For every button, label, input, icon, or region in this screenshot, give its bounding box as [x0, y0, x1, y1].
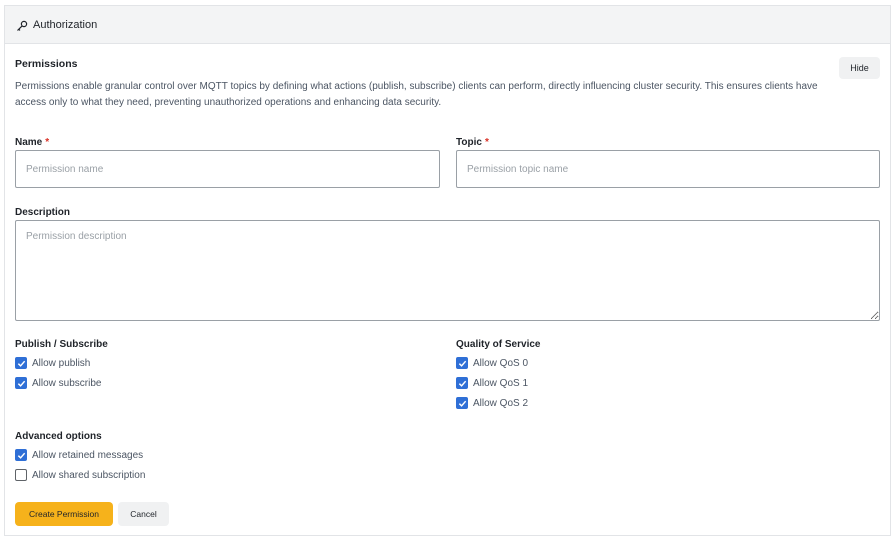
allow-qos-0-label: Allow QoS 0 — [473, 357, 529, 369]
panel-header: Authorization — [5, 6, 890, 44]
allow-retained-messages-checkbox[interactable]: Allow retained messages — [15, 448, 143, 462]
allow-subscribe-checkbox[interactable]: Allow subscribe — [15, 376, 101, 390]
permissions-title: Permissions — [15, 58, 78, 70]
hide-button[interactable]: Hide — [839, 57, 880, 79]
allow-shared-subscription-label: Allow shared subscription — [32, 469, 146, 481]
permissions-section: Permissions Permissions enable granular … — [5, 45, 890, 535]
name-label: Name * — [15, 137, 49, 148]
topic-required-mark: * — [484, 137, 489, 148]
allow-publish-checkbox[interactable]: Allow publish — [15, 356, 90, 370]
qos-title: Quality of Service — [456, 339, 541, 350]
allow-qos-2-checkbox[interactable]: Allow QoS 2 — [456, 396, 528, 410]
checkbox-checked-icon[interactable] — [456, 357, 468, 369]
topic-label-text: Topic — [456, 137, 482, 148]
panel-title: Authorization — [33, 18, 98, 31]
allow-retained-messages-label: Allow retained messages — [32, 449, 144, 461]
checkbox-unchecked-icon[interactable] — [15, 469, 27, 481]
allow-publish-label: Allow publish — [32, 357, 91, 369]
checkbox-checked-icon[interactable] — [15, 449, 27, 461]
checkbox-checked-icon[interactable] — [15, 357, 27, 369]
permissions-description: Permissions enable granular control over… — [15, 81, 818, 108]
create-permission-button[interactable]: Create Permission — [15, 502, 113, 526]
publish-subscribe-title: Publish / Subscribe — [15, 339, 108, 350]
description-label-text: Description — [15, 207, 71, 218]
topic-input[interactable] — [456, 150, 880, 188]
key-icon — [16, 19, 28, 31]
topic-label: Topic * — [456, 137, 489, 148]
name-input[interactable] — [15, 150, 440, 188]
allow-qos-1-label: Allow QoS 1 — [473, 377, 529, 389]
allow-qos-0-checkbox[interactable]: Allow QoS 0 — [456, 356, 528, 370]
cancel-button[interactable]: Cancel — [118, 502, 169, 526]
checkbox-checked-icon[interactable] — [456, 397, 468, 409]
authorization-panel: Authorization Permissions Permissions en… — [4, 5, 891, 536]
allow-shared-subscription-checkbox[interactable]: Allow shared subscription — [15, 468, 145, 482]
allow-subscribe-label: Allow subscribe — [32, 377, 102, 389]
allow-qos-1-checkbox[interactable]: Allow QoS 1 — [456, 376, 528, 390]
advanced-options-title: Advanced options — [15, 431, 102, 442]
checkbox-checked-icon[interactable] — [15, 377, 27, 389]
description-textarea[interactable] — [15, 220, 880, 321]
checkbox-checked-icon[interactable] — [456, 377, 468, 389]
description-label: Description — [15, 207, 70, 218]
name-label-text: Name — [15, 137, 43, 148]
allow-qos-2-label: Allow QoS 2 — [473, 397, 529, 409]
name-required-mark: * — [45, 137, 50, 148]
